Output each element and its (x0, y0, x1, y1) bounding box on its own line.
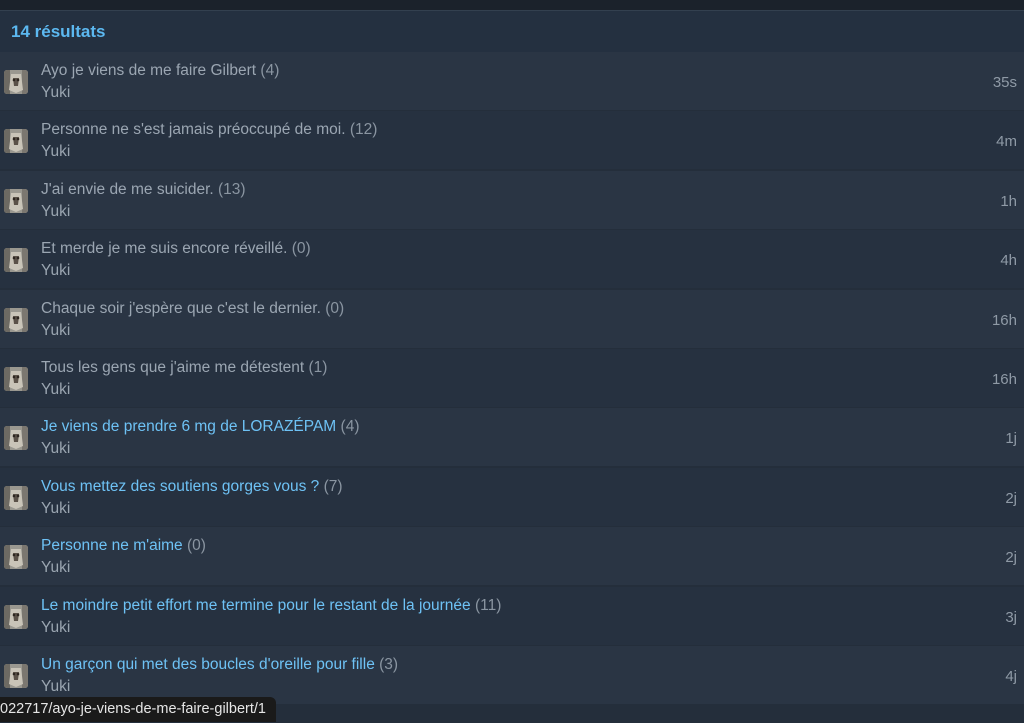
topic-time: 2j (1005, 549, 1017, 567)
topic-title-text[interactable]: Et merde je me suis encore réveillé. (41, 240, 287, 257)
topic-title-text[interactable]: Personne ne s'est jamais préoccupé de mo… (41, 121, 346, 138)
topic-title-text[interactable]: Ayo je viens de me faire Gilbert (41, 62, 256, 79)
topic-texts: Un garçon qui met des boucles d'oreille … (41, 655, 398, 697)
status-bar-url: 022717/ayo-je-viens-de-me-faire-gilbert/… (0, 697, 276, 722)
topic-row[interactable]: Et merde je me suis encore réveillé. (0)… (0, 230, 1024, 289)
topic-title[interactable]: Vous mettez des soutiens gorges vous ? (… (41, 477, 343, 497)
topic-time: 16h (991, 311, 1017, 329)
topic-title-text[interactable]: Personne ne m'aime (41, 537, 183, 554)
topic-texts: Chaque soir j'espère que c'est le dernie… (41, 299, 344, 341)
topic-row[interactable]: Personne ne m'aime (0) Yuki 2j (0, 527, 1024, 586)
topic-title-text[interactable]: Un garçon qui met des boucles d'oreille … (41, 656, 375, 673)
reply-count: (1) (308, 358, 328, 376)
topic-author[interactable]: Yuki (41, 558, 206, 578)
topic-title-text[interactable]: Chaque soir j'espère que c'est le dernie… (41, 300, 321, 317)
topic-texts: Ayo je viens de me faire Gilbert (4) Yuk… (41, 61, 279, 103)
topic-texts: J'ai envie de me suicider. (13) Yuki (41, 180, 246, 222)
avatar[interactable] (4, 663, 28, 688)
topic-title-text[interactable]: Tous les gens que j'aime me détestent (41, 359, 304, 376)
topic-author[interactable]: Yuki (41, 261, 311, 281)
avatar[interactable] (4, 366, 28, 391)
reply-count: (12) (349, 121, 378, 139)
topic-texts: Personne ne m'aime (0) Yuki (41, 536, 206, 578)
topic-row[interactable]: Vous mettez des soutiens gorges vous ? (… (0, 467, 1024, 526)
topic-author[interactable]: Yuki (41, 142, 377, 162)
topic-title-text[interactable]: J'ai envie de me suicider. (41, 181, 214, 198)
topic-time: 2j (1005, 489, 1017, 507)
topic-title[interactable]: Personne ne m'aime (0) (41, 536, 206, 556)
topic-title[interactable]: Et merde je me suis encore réveillé. (0) (41, 239, 311, 259)
results-count: 14 résultats (0, 11, 1024, 52)
topic-author[interactable]: Yuki (41, 380, 327, 400)
reply-count: (4) (340, 418, 360, 436)
topic-row[interactable]: Personne ne s'est jamais préoccupé de mo… (0, 111, 1024, 170)
avatar[interactable] (4, 70, 28, 94)
avatar[interactable] (4, 307, 28, 332)
topic-title[interactable]: Le moindre petit effort me termine pour … (41, 596, 501, 616)
avatar[interactable] (4, 485, 28, 510)
topic-title[interactable]: Chaque soir j'espère que c'est le dernie… (41, 299, 344, 319)
topic-title[interactable]: Tous les gens que j'aime me détestent (1… (41, 358, 327, 378)
avatar[interactable] (4, 188, 28, 213)
topic-time: 16h (991, 370, 1017, 388)
topic-time: 4m (996, 133, 1017, 151)
topic-author[interactable]: Yuki (41, 321, 344, 341)
topic-title[interactable]: Un garçon qui met des boucles d'oreille … (41, 655, 398, 675)
topic-time: 3j (1005, 608, 1017, 626)
reply-count: (0) (187, 537, 206, 555)
reply-count: (4) (260, 62, 280, 79)
results-panel: 14 résultats Ayo je viens de me faire Gi… (0, 10, 1024, 723)
topic-time: 35s (992, 74, 1017, 91)
topic-author[interactable]: Yuki (41, 439, 359, 459)
topic-texts: Personne ne s'est jamais préoccupé de mo… (41, 120, 377, 162)
topic-author[interactable]: Yuki (41, 202, 246, 222)
topic-row[interactable]: Ayo je viens de me faire Gilbert (4) Yuk… (0, 52, 1024, 110)
topic-time: 4j (1005, 667, 1017, 685)
avatar[interactable] (4, 604, 28, 629)
topic-title[interactable]: Je viens de prendre 6 mg de LORAZÉPAM (4… (41, 417, 359, 437)
topic-texts: Et merde je me suis encore réveillé. (0)… (41, 239, 311, 281)
reply-count: (3) (379, 655, 399, 673)
topic-author[interactable]: Yuki (41, 618, 501, 638)
topic-row[interactable]: Le moindre petit effort me termine pour … (0, 586, 1024, 645)
topic-texts: Je viens de prendre 6 mg de LORAZÉPAM (4… (41, 417, 359, 459)
reply-count: (7) (323, 477, 343, 495)
avatar[interactable] (4, 129, 28, 154)
avatar[interactable] (4, 545, 28, 570)
topic-time: 1j (1005, 430, 1017, 448)
topic-texts: Tous les gens que j'aime me détestent (1… (41, 358, 327, 400)
topic-texts: Le moindre petit effort me termine pour … (41, 596, 501, 638)
reply-count: (11) (474, 596, 502, 614)
reply-count: (13) (218, 180, 246, 198)
top-bar (0, 0, 1024, 10)
avatar[interactable] (4, 426, 28, 451)
topic-title-text[interactable]: Le moindre petit effort me termine pour … (41, 597, 471, 614)
topic-row[interactable]: J'ai envie de me suicider. (13) Yuki 1h (0, 170, 1024, 229)
topic-author[interactable]: Yuki (41, 499, 343, 519)
topic-texts: Vous mettez des soutiens gorges vous ? (… (41, 477, 343, 519)
topic-time: 4h (1000, 252, 1017, 270)
topic-time: 1h (1000, 192, 1017, 210)
reply-count: (0) (291, 240, 311, 258)
reply-count: (0) (325, 299, 345, 317)
topic-author[interactable]: Yuki (41, 677, 398, 697)
topic-title[interactable]: Ayo je viens de me faire Gilbert (4) (41, 61, 279, 81)
topic-row[interactable]: Chaque soir j'espère que c'est le dernie… (0, 289, 1024, 348)
topic-row[interactable]: Je viens de prendre 6 mg de LORAZÉPAM (4… (0, 408, 1024, 467)
topic-title[interactable]: Personne ne s'est jamais préoccupé de mo… (41, 120, 377, 140)
topic-row[interactable]: Un garçon qui met des boucles d'oreille … (0, 645, 1024, 704)
topic-row[interactable]: Tous les gens que j'aime me détestent (1… (0, 348, 1024, 407)
topic-title-text[interactable]: Vous mettez des soutiens gorges vous ? (41, 478, 319, 495)
topic-title[interactable]: J'ai envie de me suicider. (13) (41, 180, 246, 200)
topic-title-text[interactable]: Je viens de prendre 6 mg de LORAZÉPAM (41, 418, 336, 435)
avatar[interactable] (4, 248, 28, 273)
topic-author[interactable]: Yuki (41, 83, 279, 103)
topic-list: Ayo je viens de me faire Gilbert (4) Yuk… (0, 52, 1024, 704)
